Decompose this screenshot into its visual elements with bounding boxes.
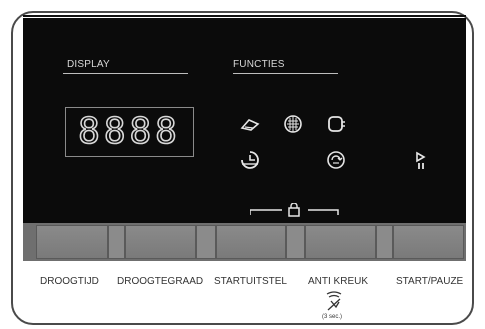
play-pause-icon[interactable]: [410, 150, 432, 172]
timer-icon[interactable]: [239, 149, 261, 171]
start-pauze-label: START/PAUZE: [396, 276, 464, 287]
button-separator: [196, 225, 216, 259]
panel-top-edge: [23, 15, 466, 17]
anti-kreuk-label: ANTI KREUK: [308, 276, 369, 287]
child-lock-indicator: [249, 202, 340, 217]
iron-icon[interactable]: [239, 113, 261, 135]
anti-kreuk-button[interactable]: [305, 225, 376, 259]
crossed-clothes-icon: [323, 290, 345, 312]
anti-kreuk-hold-note: (3 sec.): [322, 314, 343, 320]
button-separator: [286, 225, 305, 259]
wash-icon[interactable]: [325, 113, 347, 135]
cycle-icon[interactable]: [325, 149, 347, 171]
startuitstel-button[interactable]: [216, 225, 286, 259]
functions-section-title: FUNCTIES: [233, 59, 285, 70]
startuitstel-label: STARTUITSTEL: [214, 276, 287, 287]
droogtijd-button[interactable]: [36, 225, 108, 259]
digital-display: 8888: [65, 107, 194, 157]
display-digits: 8888: [77, 111, 181, 152]
droogtijd-label: DROOGTIJD: [40, 276, 99, 287]
display-section-rule: [63, 73, 188, 74]
button-separator: [108, 225, 125, 259]
droogtegraad-label: DROOGTEGRAAD: [117, 276, 204, 287]
button-separator: [376, 225, 393, 259]
droogtegraad-button[interactable]: [125, 225, 196, 259]
start-pauze-button[interactable]: [393, 225, 464, 259]
display-section-title: DISPLAY: [67, 59, 110, 70]
drum-icon[interactable]: [282, 113, 304, 135]
functions-section-rule: [233, 73, 338, 74]
